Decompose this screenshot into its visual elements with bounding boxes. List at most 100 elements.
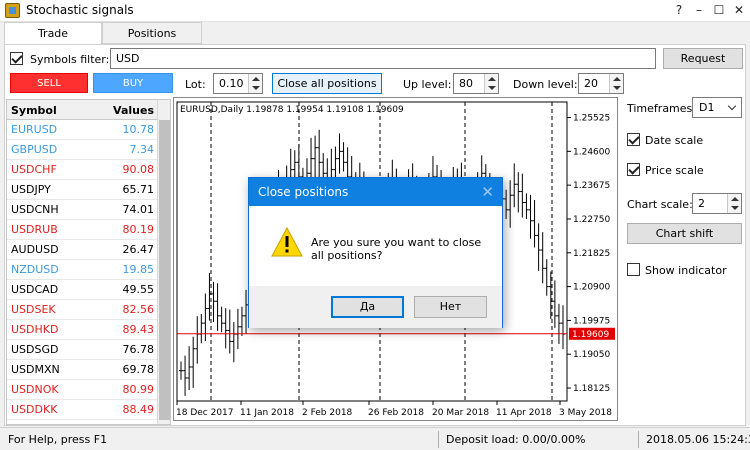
lot-stepper[interactable]: 0.10 xyxy=(213,73,263,94)
table-row[interactable]: AUDUSD 26.47 xyxy=(7,240,158,260)
buy-button[interactable]: BUY xyxy=(93,73,173,93)
symbol-value: 88.49 xyxy=(122,403,155,416)
table-row[interactable]: USDSGD 76.78 xyxy=(7,340,158,360)
symbol-name: USDRUB xyxy=(11,223,58,236)
warning-icon xyxy=(271,227,303,257)
up-level-stepper[interactable]: 80 xyxy=(453,73,499,94)
help-button[interactable]: ? xyxy=(670,2,688,18)
symbol-name: NZDUSD xyxy=(11,263,59,276)
table-row[interactable]: USDCHF 90.08 xyxy=(7,160,158,180)
date-label: 20 Mar 2018 xyxy=(432,408,489,418)
table-row[interactable]: USDSEK 82.56 xyxy=(7,300,158,320)
down-level-stepper[interactable]: 20 xyxy=(578,73,624,94)
chart-scale-stepper[interactable]: 2 xyxy=(692,193,742,214)
close-all-positions-button[interactable]: Close all positions xyxy=(272,73,382,94)
down-level-value: 20 xyxy=(584,77,598,90)
lot-spin-arrows[interactable] xyxy=(248,74,262,93)
symbol-column-header[interactable]: Symbol xyxy=(11,104,57,117)
price-scale-checkbox[interactable] xyxy=(627,163,640,176)
confirm-yes-button[interactable]: Да xyxy=(331,296,404,318)
close-button[interactable]: ✕ xyxy=(730,2,748,18)
price-label: 1.18125 xyxy=(573,384,610,394)
spin-up-icon[interactable] xyxy=(488,77,496,81)
price-label: 1.25525 xyxy=(573,114,610,124)
table-row[interactable]: GBPUSD 7.34 xyxy=(7,140,158,160)
table-row[interactable]: NZDUSD 19.85 xyxy=(7,260,158,280)
table-row[interactable]: USDNOK 80.99 xyxy=(7,380,158,400)
symbol-name: USDCNH xyxy=(11,203,59,216)
symbol-value: 10.78 xyxy=(122,123,155,136)
chart-header: EURUSD,Daily 1.19878 1.19954 1.19108 1.1… xyxy=(180,105,404,115)
symbols-filter-checkbox[interactable] xyxy=(10,52,23,65)
date-scale-checkbox[interactable] xyxy=(627,133,640,146)
deposit-load: Deposit load: 0.00/0.00% xyxy=(446,433,586,446)
tab-trade[interactable]: Trade xyxy=(4,22,102,45)
date-label: 26 Feb 2018 xyxy=(368,408,424,418)
confirm-no-button[interactable]: Нет xyxy=(414,296,487,318)
scroll-thumb[interactable] xyxy=(159,120,170,420)
window-title: Stochastic signals xyxy=(26,3,134,17)
price-scale-label: Price scale xyxy=(645,164,704,177)
spin-down-icon[interactable] xyxy=(252,86,260,90)
show-indicator-checkbox[interactable] xyxy=(627,263,640,276)
spin-down-icon[interactable] xyxy=(731,206,739,210)
dialog-title: Close positions xyxy=(258,185,349,199)
symbols-table: Symbol Values EURUSD 10.78 GBPUSD 7.34 USDCH… xyxy=(6,99,171,425)
symbol-value: 82.56 xyxy=(122,303,155,316)
price-label: 1.19975 xyxy=(573,316,610,326)
price-label: 1.23675 xyxy=(573,181,610,191)
chart-shift-button[interactable]: Chart shift xyxy=(627,223,742,244)
table-row[interactable]: USDCAD 49.55 xyxy=(7,280,158,300)
symbol-name: USDSEK xyxy=(11,303,56,316)
chart-scale-spin-arrows[interactable] xyxy=(727,194,741,213)
table-row[interactable]: USDDKK 88.49 xyxy=(7,400,158,420)
timeframes-select[interactable]: D1 xyxy=(692,97,742,118)
status-datetime: 2018.05.06 15:24:33 xyxy=(646,433,750,446)
symbols-scrollbar[interactable] xyxy=(157,100,170,424)
dialog-message: Are you sure you want to close all posit… xyxy=(311,236,482,262)
table-row[interactable]: USDJPY 65.71 xyxy=(7,180,158,200)
status-bar: For Help, press F1 Deposit load: 0.00/0.… xyxy=(0,427,750,450)
symbol-name: USDJPY xyxy=(11,183,51,196)
values-column-header[interactable]: Values xyxy=(113,104,154,117)
date-label: 18 Dec 2017 xyxy=(176,408,234,418)
table-row[interactable]: EURUSD 10.78 xyxy=(7,120,158,140)
lot-value: 0.10 xyxy=(219,77,244,90)
date-label: 2 Feb 2018 xyxy=(302,408,353,418)
sell-button[interactable]: SELL xyxy=(10,73,88,93)
down-level-spin-arrows[interactable] xyxy=(609,74,623,93)
symbol-name: EURUSD xyxy=(11,123,58,136)
symbols-table-header: Symbol Values xyxy=(7,100,158,120)
tab-bar: Trade Positions xyxy=(4,22,746,45)
symbol-value: 65.71 xyxy=(122,183,155,196)
tab-positions[interactable]: Positions xyxy=(102,22,202,44)
title-bar: Stochastic signals ? – ☐ ✕ xyxy=(0,0,750,22)
symbol-value: 19.85 xyxy=(122,263,155,276)
symbol-name: USDNOK xyxy=(11,383,59,396)
dialog-close-icon[interactable]: ✕ xyxy=(481,183,494,201)
spin-down-icon[interactable] xyxy=(613,86,621,90)
minimize-button[interactable]: – xyxy=(690,2,708,18)
symbol-value: 80.19 xyxy=(122,223,155,236)
dialog-body: Are you sure you want to close all posit… xyxy=(249,206,502,286)
spin-up-icon[interactable] xyxy=(731,197,739,201)
table-row[interactable]: USDMXN 69.78 xyxy=(7,360,158,380)
spin-down-icon[interactable] xyxy=(488,86,496,90)
request-button[interactable]: Request xyxy=(663,48,743,69)
symbol-name: AUDUSD xyxy=(11,243,59,256)
maximize-button[interactable]: ☐ xyxy=(710,2,728,18)
table-row[interactable]: USDCNH 74.01 xyxy=(7,200,158,220)
spin-up-icon[interactable] xyxy=(252,77,260,81)
show-indicator-label: Show indicator xyxy=(645,264,727,277)
symbol-name: USDHKD xyxy=(11,323,59,336)
app-icon xyxy=(5,3,20,18)
up-level-spin-arrows[interactable] xyxy=(484,74,498,93)
table-row[interactable]: USDRUB 80.19 xyxy=(7,220,158,240)
dialog-title-bar: Close positions ✕ xyxy=(249,178,502,206)
symbols-filter-input[interactable]: USD xyxy=(110,48,656,69)
symbol-name: USDMXN xyxy=(11,363,60,376)
date-label: 11 Jan 2018 xyxy=(240,408,294,418)
table-row[interactable]: USDHKD 89.43 xyxy=(7,320,158,340)
spin-up-icon[interactable] xyxy=(613,77,621,81)
up-level-label: Up level: xyxy=(403,78,452,91)
